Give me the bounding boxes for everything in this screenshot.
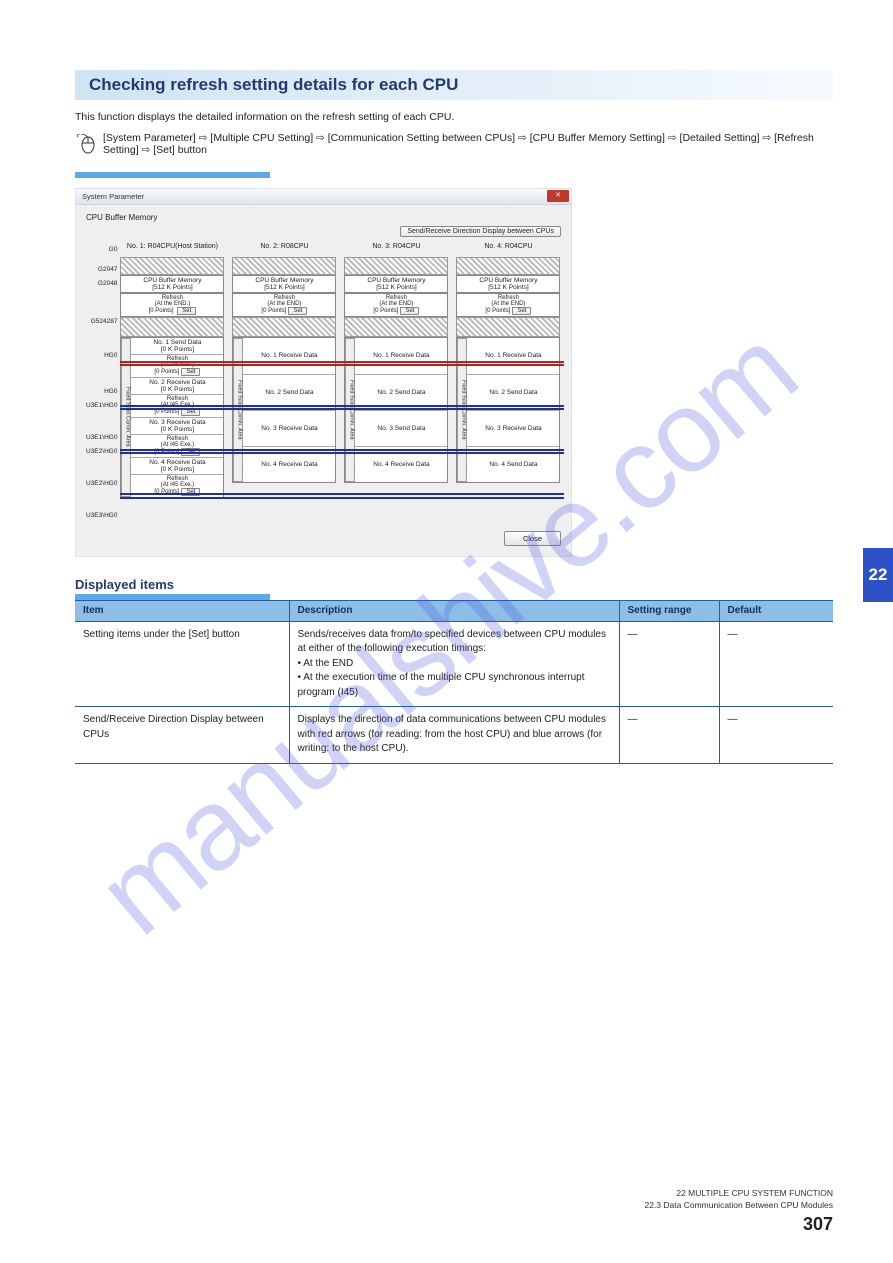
c4-4: No. 4 Send Data (467, 446, 559, 482)
c4-3: No. 3 Receive Data (467, 410, 559, 446)
th-item: Item (75, 600, 289, 621)
fixed-scan-label-3: Fixed Scan Comm. Area (345, 338, 355, 482)
address-labels: G0 G2047 G2048 G524287 HG0 HG0 U3E1\HG0 … (86, 243, 120, 523)
r2-def: — (719, 707, 833, 764)
window-underline (75, 172, 270, 178)
no1-send-ref: Refresh (At I45 Exe.) [0 Points]Set (131, 355, 223, 378)
fixed-scan-label-2: Fixed Scan Comm. Area (233, 338, 243, 482)
page-footer: 22 MULTIPLE CPU SYSTEM FUNCTION 22.3 Dat… (644, 1188, 833, 1237)
cpu-col-3: No. 3: R04CPU CPU Buffer Memory [512 K P… (344, 243, 448, 498)
table-row: Send/Receive Direction Display between C… (75, 707, 833, 764)
set-button-4[interactable]: Set (181, 488, 200, 496)
intro-text: This function displays the detailed info… (75, 110, 833, 126)
no3-recv: No. 3 Receive Data [0 K Points] (131, 418, 223, 435)
lbl-hg0-b: HG0 (86, 385, 117, 399)
cpu4-refresh-set-button[interactable]: Set (512, 307, 531, 315)
lbl-u3e2a: U3E2\HG0 (86, 445, 117, 459)
mouse-icon (75, 134, 97, 154)
nav-text: [System Parameter] ⇨ [Multiple CPU Setti… (103, 132, 833, 156)
table-row: Setting items under the [Set] button Sen… (75, 621, 833, 707)
set-button-3[interactable]: Set (181, 448, 200, 456)
lbl-u3e2b: U3E2\HG0 (86, 477, 117, 491)
cpu2-refresh: Refresh (At the END) [0 Points]Set (232, 293, 336, 317)
footer-chapter: 22 MULTIPLE CPU SYSTEM FUNCTION (644, 1188, 833, 1200)
table-header-row: Item Description Setting range Default (75, 600, 833, 621)
no4-recv: No. 4 Receive Data [0 K Points] (131, 458, 223, 475)
c3-3: No. 3 Send Data (355, 410, 447, 446)
cpu1-mem: CPU Buffer Memory [512 K Points] (120, 275, 224, 293)
c4-1: No. 1 Receive Data (467, 338, 559, 374)
cpu4-head: No. 4: R04CPU (456, 243, 560, 257)
lbl-u3e1a: U3E1\HG0 (86, 399, 117, 413)
cpu2-refresh-set-button[interactable]: Set (288, 307, 307, 315)
dialog-titlebar: System Parameter ✕ (76, 189, 571, 205)
lbl-hg0: HG0 (86, 349, 117, 363)
cpu3-refresh: Refresh (At the END) [0 Points]Set (344, 293, 448, 317)
cpu-memory-layout: G0 G2047 G2048 G524287 HG0 HG0 U3E1\HG0 … (86, 243, 561, 523)
set-button-2[interactable]: Set (181, 408, 200, 416)
r1-range: — (619, 621, 719, 707)
lbl-u3e3: U3E3\HG0 (86, 509, 117, 523)
c2-1: No. 1 Receive Data (243, 338, 335, 374)
displayed-items-title: Displayed items (75, 577, 833, 592)
page-content: Checking refresh setting details for eac… (0, 0, 893, 804)
lbl-g524287: G524287 (86, 315, 117, 329)
dialog-close-icon[interactable]: ✕ (547, 190, 569, 202)
set-button-1[interactable]: Set (181, 368, 200, 376)
c3-2: No. 2 Send Data (355, 374, 447, 410)
dialog-subtitle: CPU Buffer Memory (86, 213, 561, 222)
c3-4: No. 4 Receive Data (355, 446, 447, 482)
c4-2: No. 2 Send Data (467, 374, 559, 410)
cpu2-head: No. 2: R08CPU (232, 243, 336, 257)
cpu1-refresh-set-button[interactable]: Set (177, 307, 196, 315)
cpu3-head: No. 3: R04CPU (344, 243, 448, 257)
fixed-scan-label: Fixed Scan Comm. Area (121, 338, 131, 497)
r1-desc: Sends/receives data from/to specified de… (289, 621, 619, 707)
cpu4-refresh: Refresh (At the END) [0 Points]Set (456, 293, 560, 317)
lbl-g2048: G2048 (86, 277, 117, 291)
no3-recv-ref: Refresh (At I45 Exe.) [0 Points]Set (131, 435, 223, 458)
th-desc: Description (289, 600, 619, 621)
items-table: Item Description Setting range Default S… (75, 600, 833, 764)
cpu-col-4: No. 4: R04CPU CPU Buffer Memory [512 K P… (456, 243, 560, 498)
c2-2: No. 2 Send Data (243, 374, 335, 410)
section-heading: Checking refresh setting details for eac… (75, 70, 833, 100)
no2-recv-ref: Refresh (At I45 Exe.) [0 Points]Set (131, 395, 223, 418)
r2-item: Send/Receive Direction Display between C… (75, 707, 289, 764)
c2-3: No. 3 Receive Data (243, 410, 335, 446)
lbl-g0: G0 (86, 243, 117, 257)
navigation-path: [System Parameter] ⇨ [Multiple CPU Setti… (75, 132, 833, 156)
cpu1-refresh: Refresh (At the END.) [0 Points] Set (120, 293, 224, 317)
dialog-title-text: System Parameter (82, 192, 144, 201)
lbl-u3e1b: U3E1\HG0 (86, 431, 117, 445)
th-range: Setting range (619, 600, 719, 621)
r2-range: — (619, 707, 719, 764)
section-title: Checking refresh setting details for eac… (89, 75, 458, 95)
r1-def: — (719, 621, 833, 707)
page-number: 307 (644, 1212, 833, 1237)
send-receive-direction-button[interactable]: Send/Receive Direction Display between C… (400, 226, 561, 237)
cpu1-head: No. 1: R04CPU(Host Station) (120, 243, 224, 257)
cpu-col-2: No. 2: R08CPU CPU Buffer Memory [512 K P… (232, 243, 336, 498)
cpu3-mem: CPU Buffer Memory [512 K Points] (344, 275, 448, 293)
no2-recv: No. 2 Receive Data [0 K Points] (131, 378, 223, 395)
dialog-close-button[interactable]: Close (504, 531, 561, 546)
r2-desc: Displays the direction of data communica… (289, 707, 619, 764)
cpu2-mem: CPU Buffer Memory [512 K Points] (232, 275, 336, 293)
r1-item: Setting items under the [Set] button (75, 621, 289, 707)
c3-1: No. 1 Receive Data (355, 338, 447, 374)
fixed-scan-label-4: Fixed Scan Comm. Area (457, 338, 467, 482)
system-parameter-dialog: System Parameter ✕ CPU Buffer Memory Sen… (75, 188, 572, 557)
th-default: Default (719, 600, 833, 621)
no4-recv-ref: Refresh (At I45 Exe.) [0 Points]Set (131, 475, 223, 497)
footer-sub: 22.3 Data Communication Between CPU Modu… (644, 1200, 833, 1212)
c2-4: No. 4 Receive Data (243, 446, 335, 482)
cpu-col-1: No. 1: R04CPU(Host Station) CPU Buffer M… (120, 243, 224, 498)
cpu3-refresh-set-button[interactable]: Set (400, 307, 419, 315)
no1-send: No. 1 Send Data [0 K Points] (131, 338, 223, 355)
cpu4-mem: CPU Buffer Memory [512 K Points] (456, 275, 560, 293)
lbl-g2047: G2047 (86, 263, 117, 277)
